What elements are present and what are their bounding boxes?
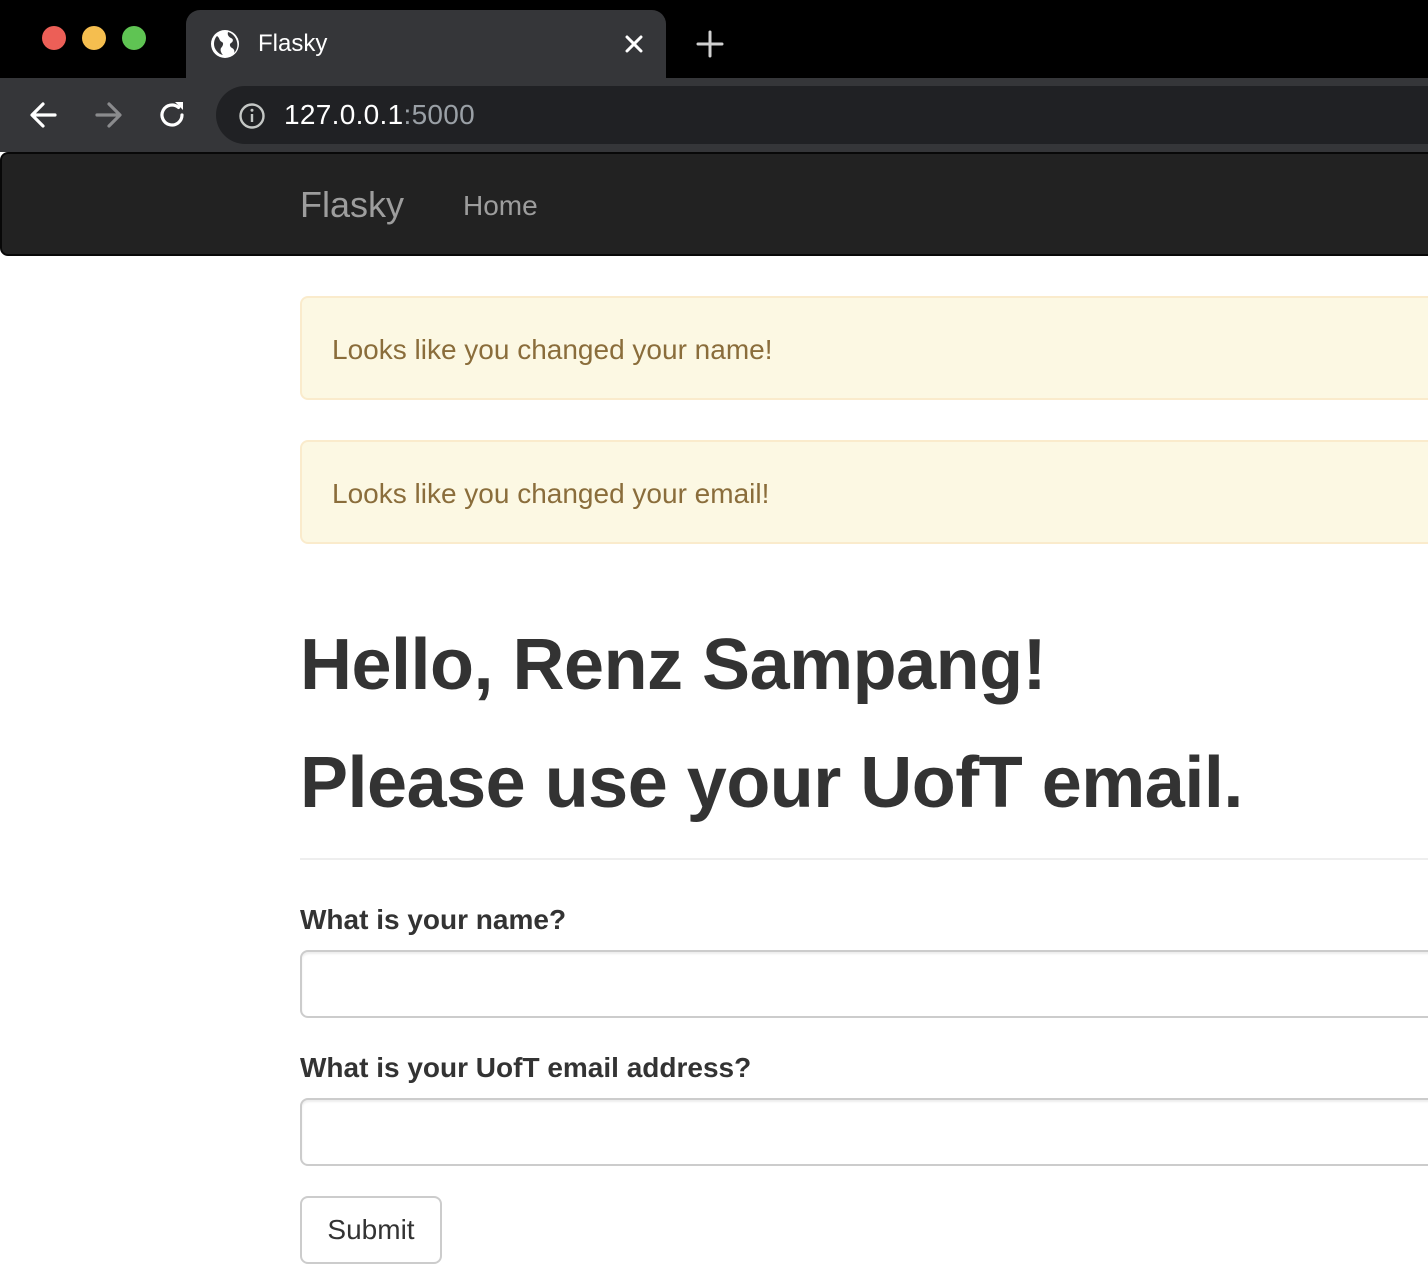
name-input[interactable] [300,950,1428,1018]
email-notice-heading: Please use your UofT email. [300,743,1243,823]
submit-button[interactable]: Submit [300,1196,442,1264]
browser-tab[interactable]: Flasky [186,10,666,78]
info-icon[interactable] [238,102,266,130]
browser-titlebar: Flasky [0,0,1428,78]
plus-icon[interactable] [694,28,726,60]
reload-icon[interactable] [155,98,189,132]
greeting-heading: Hello, Renz Sampang! [300,625,1047,705]
tab-title: Flasky [258,30,328,57]
navbar-brand[interactable]: Flasky [300,184,404,226]
window-maximize-button[interactable] [122,26,146,50]
alert-message: Looks like you changed your email! [332,478,770,509]
email-field-label: What is your UofT email address? [300,1052,752,1083]
url-host: 127.0.0.1 [284,99,404,130]
browser-toolbar: 127.0.0.1:5000 [0,78,1428,152]
address-bar[interactable]: 127.0.0.1:5000 [216,86,1428,144]
email-input[interactable] [300,1098,1428,1166]
arrow-right-icon[interactable] [91,98,125,132]
nav-link-home[interactable]: Home [463,190,538,222]
header-divider [300,858,1428,860]
flash-alert-email: Looks like you changed your email! [300,440,1428,544]
arrow-left-icon[interactable] [27,98,61,132]
close-icon[interactable] [622,32,646,56]
globe-icon [211,30,239,58]
window-minimize-button[interactable] [82,26,106,50]
alert-message: Looks like you changed your name! [332,334,773,365]
site-navbar: Flasky Home [0,152,1428,256]
flash-alert-name: Looks like you changed your name! [300,296,1428,400]
window-close-button[interactable] [42,26,66,50]
url-text: 127.0.0.1:5000 [284,99,475,131]
name-field-label: What is your name? [300,904,567,935]
url-port: :5000 [403,99,476,130]
